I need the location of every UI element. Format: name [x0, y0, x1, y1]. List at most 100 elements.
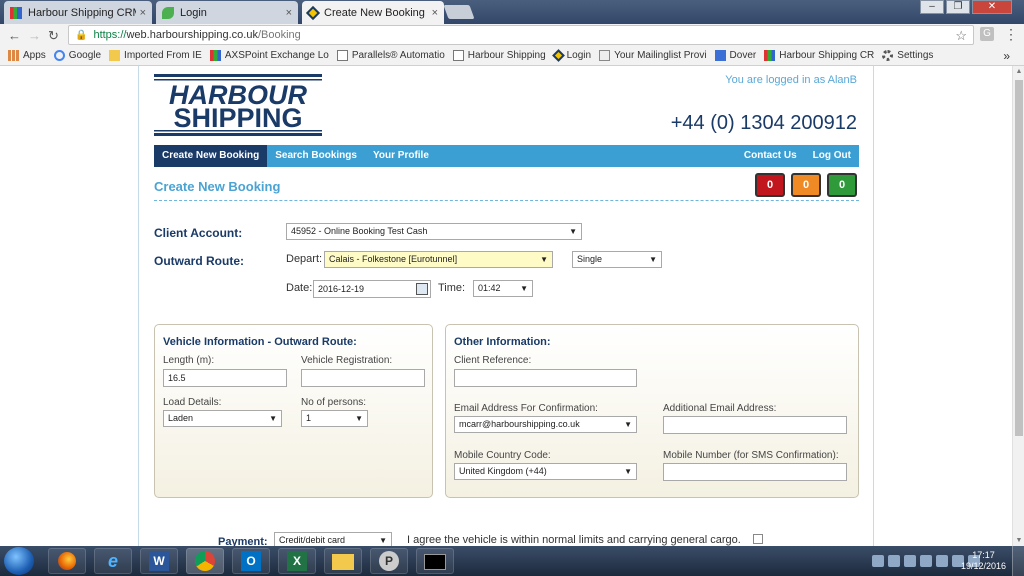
counter-red[interactable]: 0	[755, 173, 785, 197]
more-bookmarks-icon[interactable]: »	[1003, 49, 1010, 63]
chrome-icon[interactable]	[186, 548, 224, 574]
extension-icon[interactable]: G	[980, 27, 994, 41]
new-tab-button[interactable]	[443, 5, 475, 19]
scroll-down-icon[interactable]: ▼	[1013, 537, 1024, 544]
page-title: Create New Booking	[154, 179, 281, 194]
tray-flag-icon[interactable]	[936, 555, 948, 567]
client-account-select[interactable]: 45952 - Online Booking Test Cash ▼	[286, 223, 582, 240]
mobile-country-label: Mobile Country Code:	[454, 450, 551, 461]
additional-email-label: Additional Email Address:	[663, 403, 777, 414]
bookmark-parallels[interactable]: Parallels® Automatio	[336, 50, 445, 61]
bookmark-harbour-crm[interactable]: Harbour Shipping CR	[764, 50, 874, 61]
tab-title: Harbour Shipping CRM	[28, 6, 136, 19]
nav-create-new-booking[interactable]: Create New Booking	[154, 145, 268, 167]
registration-input[interactable]	[301, 369, 425, 387]
address-bar[interactable]: 🔒 https:// web.harbourshipping.co.uk /Bo…	[68, 25, 974, 45]
time-select[interactable]: 01:42 ▼	[473, 280, 533, 297]
counter-orange[interactable]: 0	[791, 173, 821, 197]
bookmark-google[interactable]: Google	[53, 50, 101, 61]
counter-green[interactable]: 0	[827, 173, 857, 197]
browser-toolbar: ← → ↻ 🔒 https:// web.harbourshipping.co.…	[0, 24, 1024, 46]
additional-email-input[interactable]	[663, 416, 847, 434]
tab-title: Create New Booking	[324, 7, 425, 19]
bookmark-imported-from-ie[interactable]: Imported From IE	[109, 50, 202, 61]
mobile-country-select[interactable]: United Kingdom (+44) ▼	[454, 463, 637, 480]
cmd-icon[interactable]	[416, 548, 454, 574]
close-icon[interactable]: ×	[432, 7, 438, 19]
system-clock[interactable]: 17:17 19/12/2016	[961, 550, 1006, 572]
tab-login[interactable]: Login ×	[156, 1, 298, 24]
time-value: 01:42	[478, 283, 501, 293]
menu-icon[interactable]: ⋮	[1004, 26, 1018, 43]
firefox-icon[interactable]	[48, 548, 86, 574]
bookmark-apps[interactable]: Apps	[8, 50, 46, 61]
close-window-button[interactable]: ✕	[972, 0, 1012, 14]
nav-your-profile[interactable]: Your Profile	[365, 145, 437, 167]
page-scrollbar[interactable]: ▲ ▼	[1012, 66, 1024, 546]
tab-harbour-crm[interactable]: Harbour Shipping CRM ×	[4, 1, 152, 24]
bookmark-settings[interactable]: Settings	[882, 50, 933, 61]
forward-arrow-icon[interactable]: →	[28, 28, 41, 43]
client-ref-input[interactable]	[454, 369, 637, 387]
dropdown-arrow-icon: ▼	[649, 255, 657, 264]
divider	[154, 200, 859, 201]
tray-excel-icon[interactable]	[888, 555, 900, 567]
reload-icon[interactable]: ↻	[48, 28, 59, 44]
nav-log-out[interactable]: Log Out	[805, 145, 859, 167]
logo-line2: SHIPPING	[173, 103, 302, 133]
depart-select[interactable]: Calais - Folkestone [Eurotunnel] ▼	[324, 251, 553, 268]
outlook-icon[interactable]: O	[232, 548, 270, 574]
page-viewport: HARBOUR SHIPPING You are logged in as Al…	[0, 66, 1024, 546]
harbour-shipping-logo: HARBOUR SHIPPING	[154, 74, 322, 136]
nav-search-bookings[interactable]: Search Bookings	[267, 145, 365, 167]
chart-icon	[209, 50, 221, 61]
bookmark-dover[interactable]: Dover	[714, 50, 757, 61]
mobile-number-input[interactable]	[663, 463, 847, 481]
scroll-up-icon[interactable]: ▲	[1013, 68, 1024, 75]
harbour-logo-icon	[551, 49, 565, 62]
excel-icon[interactable]: X	[278, 548, 316, 574]
tray-bluetooth-icon[interactable]	[920, 555, 932, 567]
tray-arrow-icon[interactable]	[872, 555, 884, 567]
word-icon[interactable]: W	[140, 548, 178, 574]
bookmark-label: Dover	[729, 50, 757, 61]
back-arrow-icon[interactable]: ←	[8, 28, 21, 43]
other-info-title: Other Information:	[454, 336, 551, 348]
payment-select[interactable]: Credit/debit card ▼	[274, 532, 392, 546]
dover-icon	[714, 50, 726, 61]
bookmark-axspoint[interactable]: AXSPoint Exchange Lo	[209, 50, 329, 61]
minimize-button[interactable]: –	[920, 0, 944, 14]
url-path: /Booking	[257, 29, 301, 41]
bookmark-label: AXSPoint Exchange Lo	[224, 50, 329, 61]
tray-help-icon[interactable]	[904, 555, 916, 567]
calendar-icon[interactable]	[416, 283, 428, 295]
bookmark-login[interactable]: Login	[551, 49, 591, 62]
bookmark-star-icon[interactable]: ☆	[955, 28, 967, 44]
agree-checkbox[interactable]	[753, 534, 763, 544]
start-button[interactable]	[4, 547, 34, 575]
show-desktop-button[interactable]	[1012, 546, 1024, 576]
bookmark-harbour-shipping[interactable]: Harbour Shipping	[452, 50, 546, 61]
parallels-icon[interactable]: P	[370, 548, 408, 574]
nav-contact-us[interactable]: Contact Us	[736, 145, 805, 167]
close-icon[interactable]: ×	[286, 7, 292, 19]
trip-type-select[interactable]: Single ▼	[572, 251, 662, 268]
dropdown-arrow-icon: ▼	[269, 414, 277, 423]
bookmark-label: Harbour Shipping	[467, 50, 546, 61]
tab-create-new-booking[interactable]: Create New Booking ×	[302, 1, 444, 25]
length-input[interactable]: 16.5	[163, 369, 287, 387]
date-input[interactable]: 2016-12-19	[313, 280, 431, 298]
load-details-select[interactable]: Laden ▼	[163, 410, 282, 427]
persons-select[interactable]: 1 ▼	[301, 410, 368, 427]
scroll-thumb[interactable]	[1015, 80, 1023, 436]
bookmark-mailinglist[interactable]: Your Mailinglist Provi	[599, 50, 707, 61]
dropdown-arrow-icon: ▼	[540, 255, 548, 264]
ie-icon[interactable]: e	[94, 548, 132, 574]
explorer-icon[interactable]	[324, 548, 362, 574]
nav-spacer	[437, 145, 736, 167]
email-confirm-select[interactable]: mcarr@harbourshipping.co.uk ▼	[454, 416, 637, 433]
other-info-panel: Other Information: Client Reference: Ema…	[445, 324, 859, 498]
restore-button[interactable]: ❐	[946, 0, 970, 14]
close-icon[interactable]: ×	[140, 7, 146, 19]
bookmark-label: Your Mailinglist Provi	[614, 50, 707, 61]
